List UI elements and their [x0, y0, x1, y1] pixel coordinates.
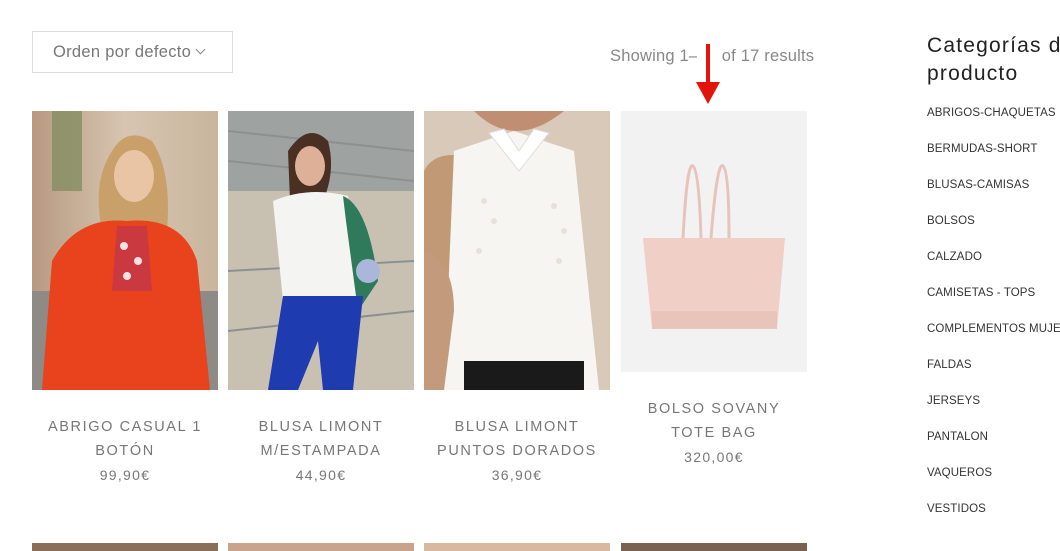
- sidebar-title: Categorías de producto: [927, 32, 1060, 88]
- sort-dropdown[interactable]: Orden por defecto: [32, 31, 233, 73]
- product-title-line2[interactable]: TOTE BAG: [621, 421, 807, 445]
- category-link[interactable]: CAMISETAS - TOPS: [927, 287, 1035, 299]
- product-image[interactable]: [228, 543, 414, 551]
- chevron-down-icon: [195, 44, 206, 54]
- category-link[interactable]: CALZADO: [927, 251, 982, 263]
- product-title-line2[interactable]: PUNTOS DORADOS: [424, 439, 610, 463]
- product-title-line1[interactable]: BLUSA LIMONT: [424, 415, 610, 439]
- product-title-line2[interactable]: BOTÓN: [32, 439, 218, 463]
- sidebar-title-line1: Categorías de: [927, 34, 1060, 57]
- product-card[interactable]: BOLSO SOVANY TOTE BAG 320,00€: [621, 111, 807, 491]
- product-image[interactable]: [424, 111, 610, 390]
- product-title-line1[interactable]: ABRIGO CASUAL 1: [32, 415, 218, 439]
- category-link[interactable]: ABRIGOS-CHAQUETAS: [927, 107, 1056, 119]
- product-image[interactable]: [621, 543, 807, 551]
- sort-label: Orden por defecto: [53, 42, 192, 61]
- category-link[interactable]: VESTIDOS: [927, 503, 986, 515]
- product-image[interactable]: [621, 111, 807, 372]
- product-image[interactable]: [32, 111, 218, 390]
- product-card[interactable]: ABRIGO CASUAL 1 BOTÓN 99,90€: [32, 111, 218, 491]
- category-link[interactable]: BERMUDAS-SHORT: [927, 143, 1037, 155]
- product-card[interactable]: BLUSA LIMONT PUNTOS DORADOS 36,90€: [424, 111, 610, 491]
- category-link[interactable]: BLUSAS-CAMISAS: [927, 179, 1029, 191]
- category-link[interactable]: COMPLEMENTOS MUJER: [927, 323, 1060, 335]
- product-image[interactable]: [424, 543, 610, 551]
- product-title-line1[interactable]: BLUSA LIMONT: [228, 415, 414, 439]
- product-image[interactable]: [228, 111, 414, 390]
- product-title-line2[interactable]: M/ESTAMPADA: [228, 439, 414, 463]
- sidebar-title-line2: producto: [927, 62, 1019, 85]
- annotation-arrow-icon: [696, 44, 720, 104]
- category-link[interactable]: PANTALON: [927, 431, 988, 443]
- product-price: 36,90€: [491, 467, 543, 483]
- product-card[interactable]: BLUSA LIMONT M/ESTAMPADA 44,90€: [228, 111, 414, 491]
- category-link[interactable]: FALDAS: [927, 359, 972, 371]
- product-title-line1[interactable]: BOLSO SOVANY: [621, 397, 807, 421]
- category-link[interactable]: JERSEYS: [927, 395, 980, 407]
- product-price: 320,00€: [684, 449, 744, 465]
- product-image[interactable]: [32, 543, 218, 551]
- product-price: 99,90€: [99, 467, 151, 483]
- product-price: 44,90€: [295, 467, 347, 483]
- category-link[interactable]: BOLSOS: [927, 215, 975, 227]
- category-link[interactable]: VAQUEROS: [927, 467, 992, 479]
